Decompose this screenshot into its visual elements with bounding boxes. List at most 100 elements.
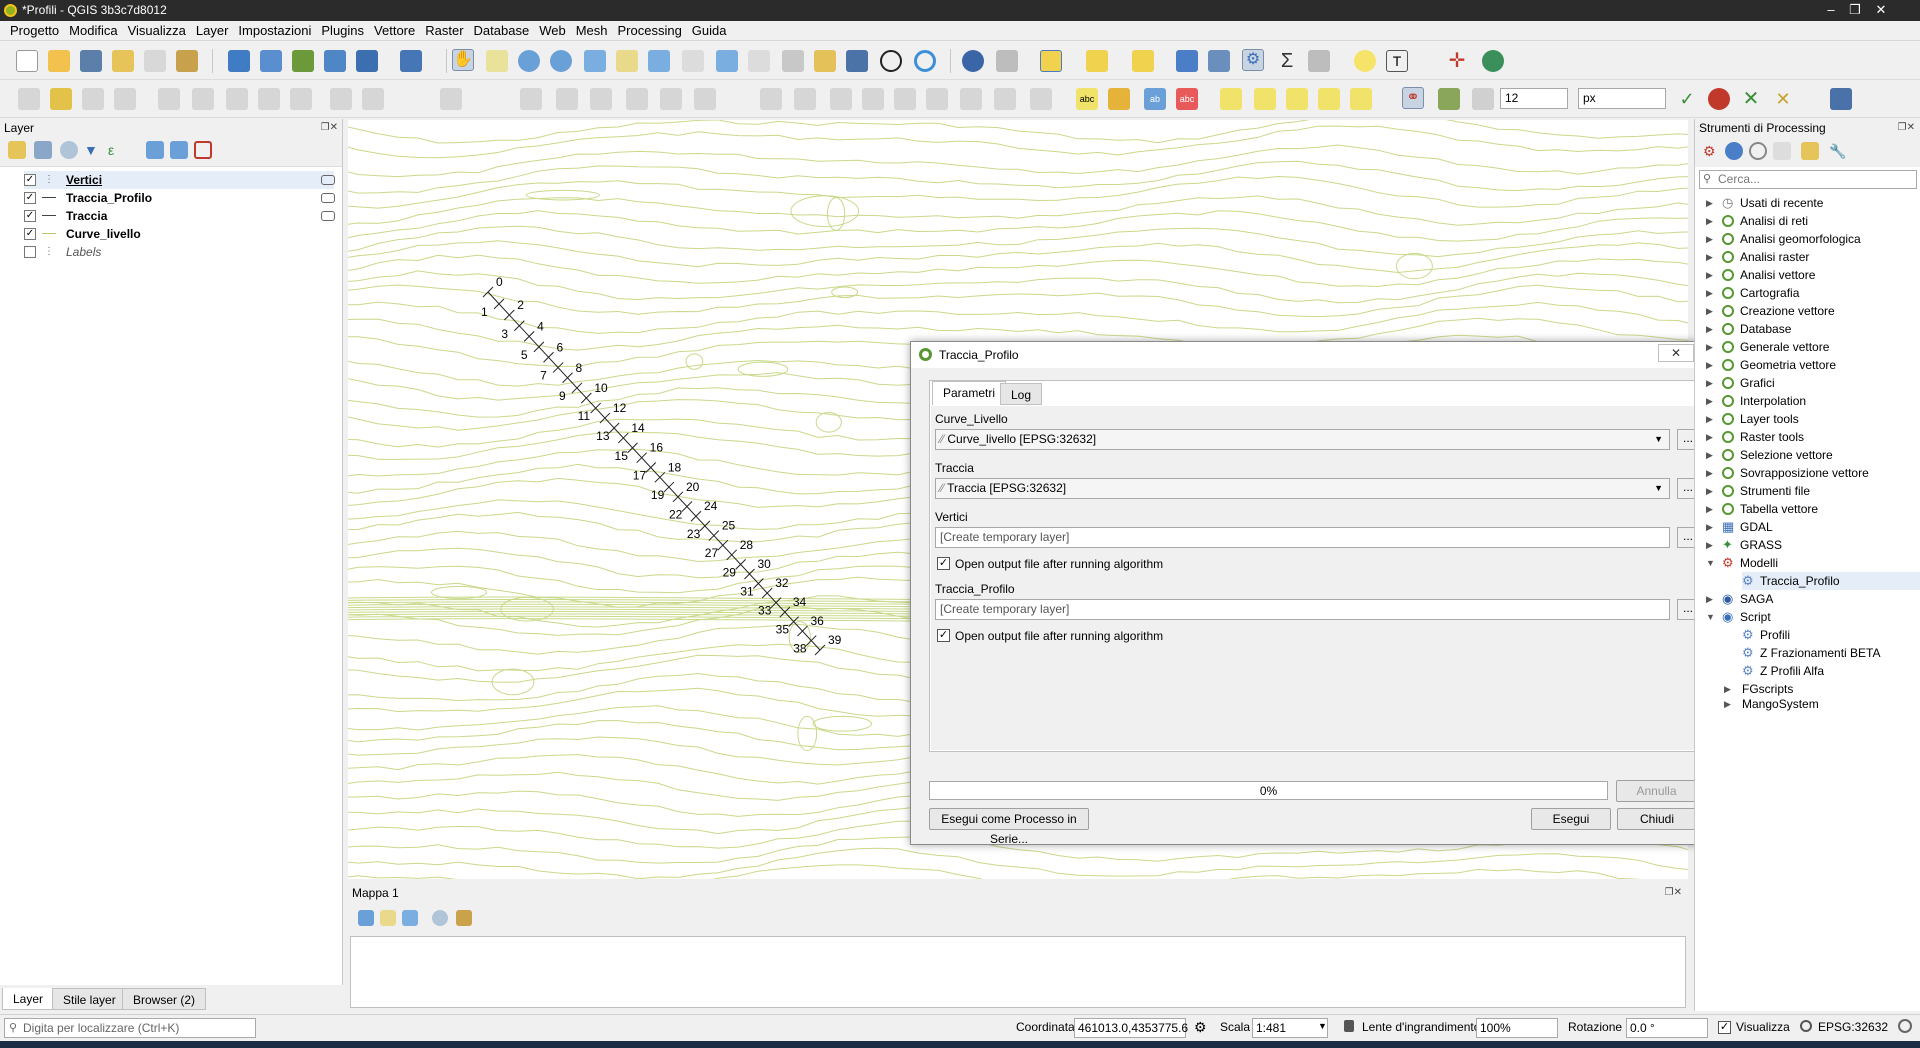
processing-tree-item[interactable]: ⚙ Profili <box>1742 626 1920 644</box>
menu-modifica[interactable]: Modifica <box>64 21 122 41</box>
tree-expand-icon[interactable]: ▶ <box>1706 428 1713 446</box>
dock-float-close-icon[interactable]: ❐✕ <box>314 122 338 134</box>
add-raster-icon[interactable] <box>260 50 282 72</box>
tree-expand-icon[interactable]: ▶ <box>1706 230 1713 248</box>
zoom-out-icon[interactable] <box>550 50 572 72</box>
manage-visibility-icon[interactable] <box>60 141 78 159</box>
coordinate-input[interactable]: 461013.0,4353775.6 <box>1074 1018 1188 1038</box>
fill-ring-icon[interactable] <box>694 88 716 110</box>
processing-tree-item[interactable]: ▶ Raster tools <box>1706 428 1912 446</box>
tree-expand-icon[interactable]: ▶ <box>1706 212 1713 230</box>
undo-icon[interactable] <box>330 88 352 110</box>
tree-expand-icon[interactable]: ▶ <box>1724 695 1731 713</box>
tree-expand-icon[interactable]: ▶ <box>1706 446 1713 464</box>
offset-point-icon[interactable] <box>926 88 948 110</box>
tree-expand-icon[interactable]: ▶ <box>1706 320 1713 338</box>
tree-expand-icon[interactable]: ▶ <box>1706 410 1713 428</box>
layout-manager-icon[interactable] <box>144 50 166 72</box>
add-group-icon[interactable] <box>34 141 52 159</box>
open-project-icon[interactable] <box>48 50 70 72</box>
style-manager-icon[interactable] <box>176 50 198 72</box>
tree-expand-icon[interactable]: ▶ <box>1706 500 1713 518</box>
measure-icon[interactable] <box>1308 50 1330 72</box>
processing-tree-item[interactable]: ▶ ◷ Usati di recente <box>1706 194 1912 212</box>
processing-tree-item[interactable]: ⚙ Z Frazionamenti BETA <box>1742 644 1920 662</box>
edit-features-in-place-icon[interactable] <box>1801 142 1819 160</box>
tree-expand-icon[interactable]: ▶ <box>1706 302 1713 320</box>
tree-expand-icon[interactable]: ▶ <box>1706 482 1713 500</box>
new-project-icon[interactable] <box>16 50 38 72</box>
traccia-profilo-output-input[interactable]: [Create temporary layer] <box>935 599 1670 620</box>
processing-tree-item[interactable]: ▶ Interpolation <box>1706 392 1912 410</box>
vertex-tool-icon[interactable] <box>158 88 180 110</box>
current-edits-icon[interactable] <box>18 88 40 110</box>
zoom-to-selection-icon[interactable] <box>616 50 638 72</box>
map2-canvas[interactable] <box>350 936 1686 1008</box>
processing-tree-item[interactable]: ⚙ Z Profili Alfa <box>1742 662 1920 680</box>
layer-visibility-checkbox[interactable]: ✓ <box>24 228 36 240</box>
processing-tree-item[interactable]: ▼ ◉ Script <box>1706 608 1912 626</box>
maximize-icon[interactable]: ❐ <box>1842 0 1868 21</box>
processing-tree-item[interactable]: ▶ Layer tools <box>1706 410 1912 428</box>
action-icon[interactable] <box>996 50 1018 72</box>
offset-curve-icon[interactable] <box>794 88 816 110</box>
menu-web[interactable]: Web <box>534 21 571 41</box>
redo-icon[interactable] <box>362 88 384 110</box>
menu-database[interactable]: Database <box>469 21 535 41</box>
snapping-type-icon[interactable] <box>1472 88 1494 110</box>
show-hide-labels-icon[interactable]: abc <box>1176 88 1198 110</box>
crs-label[interactable]: EPSG:32632 <box>1818 1020 1888 1034</box>
zoom-next-icon[interactable] <box>748 50 770 72</box>
vertici-output-input[interactable]: [Create temporary layer] <box>935 527 1670 548</box>
digitize-shape-icon[interactable] <box>440 88 462 110</box>
save-project-icon[interactable] <box>80 50 102 72</box>
run-button[interactable]: Esegui <box>1531 808 1611 830</box>
processing-tree-item[interactable]: ▶ Strumenti file <box>1706 482 1912 500</box>
render-checkbox[interactable]: ✓ <box>1718 1021 1731 1034</box>
tree-expand-icon[interactable]: ▶ <box>1706 464 1713 482</box>
results-viewer-icon[interactable] <box>1773 142 1791 160</box>
statistics-icon[interactable]: Σ <box>1276 50 1298 72</box>
vertici-open-output-checkbox[interactable]: ✓ <box>937 557 950 570</box>
new-print-layout-icon[interactable] <box>112 50 134 72</box>
select-by-value-icon[interactable] <box>1086 50 1108 72</box>
processing-tree-item[interactable]: ⚙ Traccia_Profilo <box>1742 572 1920 590</box>
digitize-icon[interactable] <box>324 50 346 72</box>
add-layer-icon[interactable] <box>228 50 250 72</box>
rotate-point-icon[interactable] <box>894 88 916 110</box>
processing-tree-item[interactable]: ▶ Creazione vettore <box>1706 302 1912 320</box>
redo-edit-icon[interactable] <box>1030 88 1052 110</box>
select-features-icon[interactable] <box>1040 50 1062 72</box>
zoom-last-icon[interactable] <box>716 50 738 72</box>
close-icon[interactable]: ✕ <box>1868 0 1894 21</box>
add-vector-icon[interactable] <box>292 50 314 72</box>
processing-tree-item[interactable]: ▶ ▦ GDAL <box>1706 518 1912 536</box>
locator-input[interactable]: Digita per localizzare (Ctrl+K) <box>4 1018 256 1038</box>
processing-tree-item[interactable]: ▶ Geometria vettore <box>1706 356 1912 374</box>
rotate-feature-icon[interactable] <box>556 88 578 110</box>
trim-extend-icon[interactable] <box>994 88 1016 110</box>
collapse-all-icon[interactable] <box>170 141 188 159</box>
processing-tree-item[interactable]: ▶ ◉ SAGA <box>1706 590 1912 608</box>
tree-expand-icon[interactable]: ▶ <box>1706 248 1713 266</box>
open-styling-icon[interactable] <box>8 141 26 159</box>
menu-processing[interactable]: Processing <box>612 21 686 41</box>
tab-layer[interactable]: Layer <box>2 988 55 1010</box>
filter-legend-icon[interactable]: ▼ <box>84 141 102 159</box>
menu-guida[interactable]: Guida <box>687 21 732 41</box>
tree-expand-icon[interactable]: ▶ <box>1706 194 1713 212</box>
layer-item-traccia[interactable]: ✓ Traccia <box>24 207 335 225</box>
intersection-snapping-icon[interactable]: ✕ <box>1740 88 1762 110</box>
deselect-icon[interactable] <box>1132 50 1154 72</box>
add-feature-icon[interactable] <box>114 88 136 110</box>
view-settings-icon[interactable] <box>432 910 448 926</box>
dialog-close-icon[interactable]: ✕ <box>1658 344 1694 362</box>
georeferencer-icon[interactable] <box>1482 50 1504 72</box>
layer-visibility-checkbox[interactable]: ✓ <box>24 210 36 222</box>
pin-labels-icon[interactable]: ab <box>1144 88 1166 110</box>
menu-impostazioni[interactable]: Impostazioni <box>233 21 316 41</box>
label-toolbar-icon[interactable]: abc <box>1076 88 1098 110</box>
expand-all-icon[interactable] <box>146 141 164 159</box>
history-icon[interactable] <box>1749 142 1767 160</box>
layer-item-curve-livello[interactable]: ✓ Curve_livello <box>24 225 334 243</box>
